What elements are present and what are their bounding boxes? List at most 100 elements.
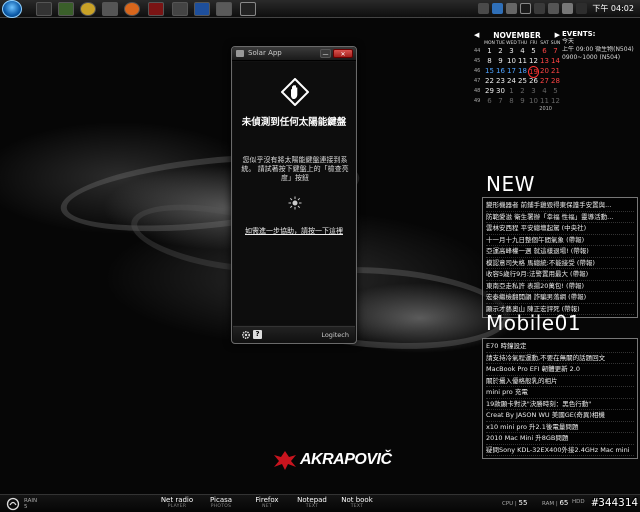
close-button[interactable]: ✕: [333, 49, 353, 58]
calendar-day[interactable]: 11: [517, 56, 528, 66]
weather-readout: RAIN 5: [24, 498, 37, 510]
calendar-day[interactable]: 10: [506, 56, 517, 66]
tray-icon[interactable]: [478, 3, 489, 14]
mobile01-feed-item[interactable]: x10 mini pro 升2.1後電量問題: [486, 422, 634, 433]
cpu-value: 55: [518, 499, 528, 507]
tray-volume-icon[interactable]: [548, 3, 559, 14]
news-feed-item[interactable]: 模認意司失格 馬總統:不能接受 (帶報): [486, 258, 634, 269]
taskbar-solar-app-icon[interactable]: [240, 2, 256, 16]
mobile01-feed-list: E70 時鐘設定 請支持冷氣程運動,不要在無關的話題回文 MacBook Pro E…: [482, 338, 638, 459]
minimize-button[interactable]: —: [320, 49, 331, 58]
weather-icon[interactable]: [6, 497, 20, 511]
tray-icon[interactable]: [576, 3, 587, 14]
calendar-day[interactable]: 8: [506, 96, 517, 106]
mobile01-feed-item[interactable]: mini pro 充電: [486, 387, 634, 399]
calendar-day[interactable]: 30: [495, 86, 506, 96]
calendar-day[interactable]: 12: [550, 96, 561, 106]
help-link[interactable]: 如需進一步協助，請按一下這裡: [233, 226, 355, 236]
mobile01-feed-item[interactable]: 請支持冷氣程運動,不要在無關的話題回文: [486, 353, 634, 364]
news-feed-item[interactable]: 雲林安西程 平安總壇起駕 (中央社): [486, 223, 634, 235]
dock-item-firefox[interactable]: Firefox NET: [252, 496, 282, 510]
calendar-day[interactable]: 7: [550, 46, 561, 56]
calendar-day[interactable]: 1: [484, 46, 495, 56]
mobile01-feed-item[interactable]: 2010 Mac Mini 升8GB問題: [486, 433, 634, 445]
calendar-day[interactable]: 24: [506, 76, 517, 86]
calendar-day[interactable]: 2: [517, 86, 528, 96]
calendar-day[interactable]: 22: [484, 76, 495, 86]
mobile01-feed-item[interactable]: 19款顯卡對決"決勝時刻：黑色行動": [486, 399, 634, 410]
news-feed-item[interactable]: 收容5歲行9月:法警置用最大 (帶報): [486, 269, 634, 281]
news-feed-item[interactable]: 變形機器者 前鋪手雞毀得東保護手安置與...: [486, 200, 634, 212]
dock-item-sub: TEXT: [350, 504, 364, 509]
news-feed-item[interactable]: 防範愛滋 衛生署辦「幸福 性福」靈導活動...: [486, 212, 634, 223]
next-month-icon[interactable]: ▶: [555, 31, 560, 39]
calendar-day[interactable]: 28: [550, 76, 561, 86]
dock-item-notepad[interactable]: Notepad TEXT: [296, 496, 328, 510]
calendar-day[interactable]: 10: [528, 96, 539, 106]
taskbar-clock[interactable]: 下午 04:02: [592, 3, 634, 14]
taskbar-word-icon[interactable]: [194, 2, 210, 16]
tray-network-icon[interactable]: [534, 3, 545, 14]
news-feed-item[interactable]: 宏泰繼檢翻開韻 詐騙男落網 (帶報): [486, 292, 634, 304]
calendar-day[interactable]: 14: [550, 56, 561, 66]
taskbar-app-icon[interactable]: [172, 2, 188, 16]
mobile01-feed-item[interactable]: MacBook Pro EFI 韌體更新 2.0: [486, 364, 634, 376]
dock-item-net-radio[interactable]: Net radio PLAYER: [160, 496, 194, 510]
help-icon[interactable]: ?: [253, 330, 262, 339]
cpu-meter: CPU | 55: [502, 499, 528, 507]
dock-item-notebook[interactable]: Not book TEXT: [340, 496, 374, 510]
akrapovic-logo: AKRAPOVIČ: [272, 448, 392, 472]
calendar-day[interactable]: 8: [484, 56, 495, 66]
calendar-day[interactable]: 4: [517, 46, 528, 56]
calendar-day[interactable]: 29: [484, 86, 495, 96]
tray-bluetooth-icon[interactable]: [492, 3, 503, 14]
taskbar-app-icon[interactable]: [148, 2, 164, 16]
event-item[interactable]: 0900~1000 (N504): [562, 54, 640, 62]
calendar-day[interactable]: 3: [506, 46, 517, 56]
calendar-day[interactable]: 11: [539, 96, 550, 106]
calendar-day[interactable]: 7: [495, 96, 506, 106]
calendar-day[interactable]: 4: [539, 86, 550, 96]
calendar-day[interactable]: 6: [484, 96, 495, 106]
mobile01-feed-item[interactable]: 關於攝入優格般乳的相片: [486, 376, 634, 387]
calendar-day[interactable]: 13: [539, 56, 550, 66]
app-content: 未偵測到任何太陽能鍵盤 您似乎沒有將太陽能鍵盤連接到系統。 請試著按下鍵盤上的「…: [233, 62, 355, 325]
start-button[interactable]: [2, 0, 22, 18]
taskbar-app-icon[interactable]: [102, 2, 118, 16]
taskbar-firefox-icon[interactable]: [124, 2, 140, 16]
mobile01-feed-item[interactable]: 疑問Sony KDL-32EX400外接2.4GHz Mac mini: [486, 445, 634, 456]
tray-flag-icon[interactable]: [562, 3, 573, 14]
taskbar-messenger-icon[interactable]: [80, 2, 96, 16]
calendar-day[interactable]: 23: [495, 76, 506, 86]
calendar-day[interactable]: 25: [517, 76, 528, 86]
mobile01-feed-item[interactable]: E70 時鐘設定: [486, 341, 634, 353]
mobile01-feed-title: Mobile01: [486, 311, 582, 335]
calendar-day[interactable]: 6: [539, 46, 550, 56]
prev-month-icon[interactable]: ◀: [474, 31, 479, 39]
news-feed-item[interactable]: 東南亞走私許 表揚20萬包! (帶報): [486, 281, 634, 292]
calendar-day[interactable]: 9: [495, 56, 506, 66]
tray-icon[interactable]: [506, 3, 517, 14]
event-item[interactable]: 上午 09:00 微生物(N504): [562, 46, 640, 54]
image-watermark: #344314: [591, 496, 638, 509]
calendar-day[interactable]: 26: [528, 76, 539, 86]
tray-icon[interactable]: [520, 3, 531, 14]
dock-item-picasa[interactable]: Picasa PHOTOS: [206, 496, 236, 510]
news-feed-item[interactable]: 亞運高峰權一週 就這樣退場! (帶報): [486, 246, 634, 258]
news-feed-item[interactable]: 十一月十九日整個午間氣象 (帶報): [486, 235, 634, 246]
calendar-day[interactable]: 27: [539, 76, 550, 86]
taskbar-folder-icon[interactable]: [58, 2, 74, 16]
calendar-day[interactable]: 9: [517, 96, 528, 106]
window-titlebar[interactable]: Solar App — ✕: [232, 47, 356, 61]
calendar-day[interactable]: 5: [528, 46, 539, 56]
gear-icon[interactable]: [241, 330, 251, 340]
taskbar-app-icon[interactable]: [36, 2, 52, 16]
calendar-day[interactable]: 2: [495, 46, 506, 56]
week-number: 45: [474, 58, 481, 64]
calendar-day[interactable]: 5: [550, 86, 561, 96]
calendar-day[interactable]: 1: [506, 86, 517, 96]
mobile01-feed-item[interactable]: Creat By JASON WU 美國GE(奇異)相機: [486, 410, 634, 422]
taskbar-app-icon[interactable]: [216, 2, 232, 16]
calendar-day[interactable]: 12: [528, 56, 539, 66]
calendar-day[interactable]: 3: [528, 86, 539, 96]
